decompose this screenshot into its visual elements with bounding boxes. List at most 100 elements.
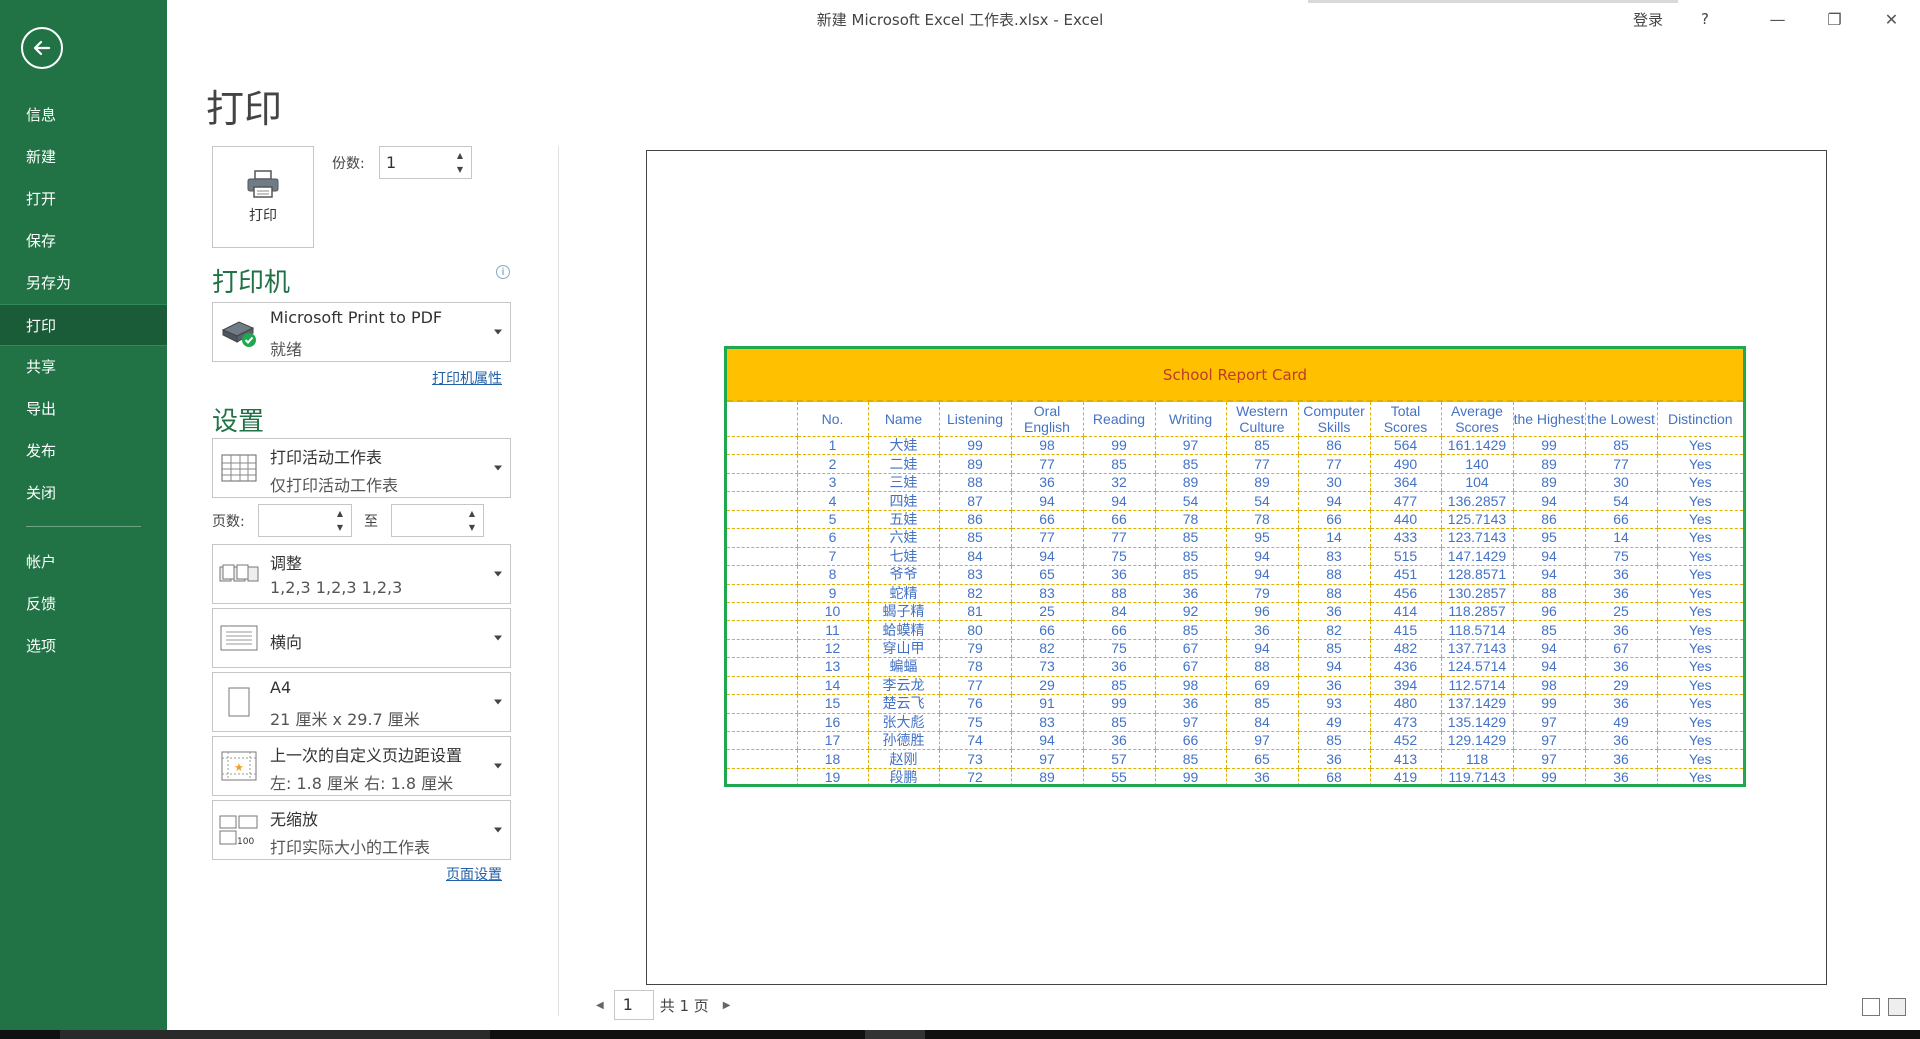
scaling-dropdown[interactable]: 100 无缩放 打印实际大小的工作表 <box>212 800 511 860</box>
pages-to-input[interactable] <box>392 505 459 536</box>
sidebar-item[interactable]: 共享 <box>0 346 167 388</box>
table-cell: 30 <box>1297 473 1370 493</box>
table-cell: 112.5714 <box>1440 676 1513 696</box>
table-cell: 蝙蝠 <box>867 657 939 677</box>
table-row: 4 四娃 87 94 94 54 54 94 477 136.2857 94 54 Yes <box>727 491 1743 511</box>
increment-icon[interactable]: ▲ <box>457 150 463 162</box>
previous-page-icon[interactable]: ◀ <box>596 1000 604 1011</box>
table-cell: Yes <box>1656 454 1743 474</box>
increment-icon[interactable]: ▲ <box>469 508 475 520</box>
sidebar-item[interactable]: 反馈 <box>0 583 167 625</box>
table-cell: 94 <box>1297 657 1370 677</box>
arrow-left-icon <box>33 40 51 56</box>
table-cell: 36 <box>1154 694 1226 714</box>
print-button[interactable]: 打印 <box>212 146 314 248</box>
table-cell: 85 <box>1225 436 1298 456</box>
table-cell: 25 <box>1010 602 1083 622</box>
sidebar-item[interactable]: 另存为 <box>0 262 167 304</box>
next-page-icon[interactable]: ▶ <box>723 1000 731 1011</box>
table-cell: 67 <box>1154 657 1226 677</box>
margins-dropdown[interactable]: ★ 上一次的自定义页边距设置 左: 1.8 厘米 右: 1.8 厘米 <box>212 736 511 796</box>
table-cell: 94 <box>1225 639 1298 659</box>
table-cell <box>727 547 797 567</box>
table-cell: 49 <box>1584 713 1657 733</box>
table-cell: 36 <box>1297 602 1370 622</box>
table-cell <box>727 436 797 456</box>
info-icon[interactable]: i <box>496 265 510 279</box>
back-button[interactable] <box>21 27 63 69</box>
column-header: Total Scores <box>1369 402 1441 437</box>
print-what-dropdown[interactable]: 打印活动工作表 仅打印活动工作表 <box>212 438 511 498</box>
printer-ready-icon <box>221 321 256 347</box>
sidebar-item[interactable]: 打开 <box>0 178 167 220</box>
zoom-to-page-icon[interactable] <box>1888 998 1906 1016</box>
sidebar-item[interactable]: 选项 <box>0 625 167 667</box>
table-cell: Yes <box>1656 584 1743 603</box>
restore-button[interactable]: ❐ <box>1806 10 1863 29</box>
table-cell: 88 <box>1082 584 1155 603</box>
table-cell: 93 <box>1297 694 1370 714</box>
decrement-icon[interactable]: ▼ <box>337 522 343 534</box>
table-cell: 82 <box>1297 620 1370 640</box>
copies-stepper[interactable]: ▲▼ <box>379 146 472 179</box>
table-cell: 75 <box>1082 639 1155 659</box>
table-cell: Yes <box>1656 473 1743 493</box>
increment-icon[interactable]: ▲ <box>337 508 343 520</box>
orientation-dropdown[interactable]: 横向 <box>212 608 511 668</box>
table-cell: 436 <box>1369 657 1441 677</box>
table-cell: 97 <box>1010 749 1083 769</box>
table-cell: 86 <box>1297 436 1370 456</box>
table-cell: 473 <box>1369 713 1441 733</box>
table-cell: Yes <box>1656 768 1743 784</box>
table-cell: 三娃 <box>867 473 939 493</box>
minimize-button[interactable]: — <box>1749 10 1806 29</box>
show-margins-icon[interactable] <box>1862 998 1880 1016</box>
pages-from-input[interactable] <box>259 505 327 536</box>
table-cell: 16 <box>796 713 868 733</box>
sidebar-item[interactable]: 导出 <box>0 388 167 430</box>
sidebar-item[interactable]: 打印 <box>0 304 167 346</box>
printer-properties-link[interactable]: 打印机属性 <box>432 368 502 388</box>
pages-to-stepper[interactable]: ▲ ▼ <box>391 504 484 537</box>
collate-dropdown[interactable]: 调整 1,2,3 1,2,3 1,2,3 <box>212 544 511 604</box>
table-cell: 452 <box>1369 731 1441 751</box>
table-cell: Yes <box>1656 565 1743 585</box>
table-cell: 49 <box>1297 713 1370 733</box>
printer-heading: 打印机 <box>212 268 291 298</box>
table-cell: 97 <box>1512 731 1585 751</box>
current-page-input[interactable]: 1 <box>613 990 654 1020</box>
table-cell: 36 <box>1584 731 1657 751</box>
help-button[interactable]: ? <box>1701 10 1709 28</box>
decrement-icon[interactable]: ▼ <box>469 522 475 534</box>
backstage-nav: 信息 新建 打开 保存 另存为 打印 共享 导出 发布 关闭帐户 反馈 选项 <box>0 94 167 667</box>
paper-size-dropdown[interactable]: A4 21 厘米 x 29.7 厘米 <box>212 672 511 732</box>
table-cell: Yes <box>1656 547 1743 567</box>
login-link[interactable]: 登录 <box>1633 9 1663 30</box>
table-cell: 32 <box>1082 473 1155 493</box>
table-cell: Yes <box>1656 731 1743 751</box>
margins-desc: 左: 1.8 厘米 右: 1.8 厘米 <box>270 774 454 793</box>
sidebar-item[interactable]: 保存 <box>0 220 167 262</box>
sidebar-item[interactable]: 新建 <box>0 136 167 178</box>
sidebar-item[interactable]: 帐户 <box>0 541 167 583</box>
printer-dropdown[interactable]: Microsoft Print to PDF 就绪 <box>212 302 511 362</box>
column-header: No. <box>796 402 868 437</box>
copies-input[interactable] <box>380 147 447 178</box>
table-cell: 490 <box>1369 454 1441 474</box>
table-cell: 94 <box>1082 491 1155 511</box>
table-cell: 85 <box>1154 620 1226 640</box>
table-cell: 94 <box>1010 731 1083 751</box>
pages-to-label: 至 <box>364 514 378 530</box>
table-cell: 77 <box>1082 528 1155 548</box>
sidebar-item[interactable]: 发布 <box>0 430 167 472</box>
sidebar-item[interactable]: 关闭 <box>0 472 167 514</box>
table-cell: 85 <box>1082 454 1155 474</box>
table-cell: 12 <box>796 639 868 659</box>
page-setup-link[interactable]: 页面设置 <box>446 864 502 884</box>
landscape-icon <box>220 625 258 651</box>
table-cell: 36 <box>1225 620 1298 640</box>
close-button[interactable]: ✕ <box>1863 10 1920 29</box>
sidebar-item[interactable]: 信息 <box>0 94 167 136</box>
pages-from-stepper[interactable]: ▲ ▼ <box>258 504 352 537</box>
decrement-icon[interactable]: ▼ <box>457 164 463 176</box>
